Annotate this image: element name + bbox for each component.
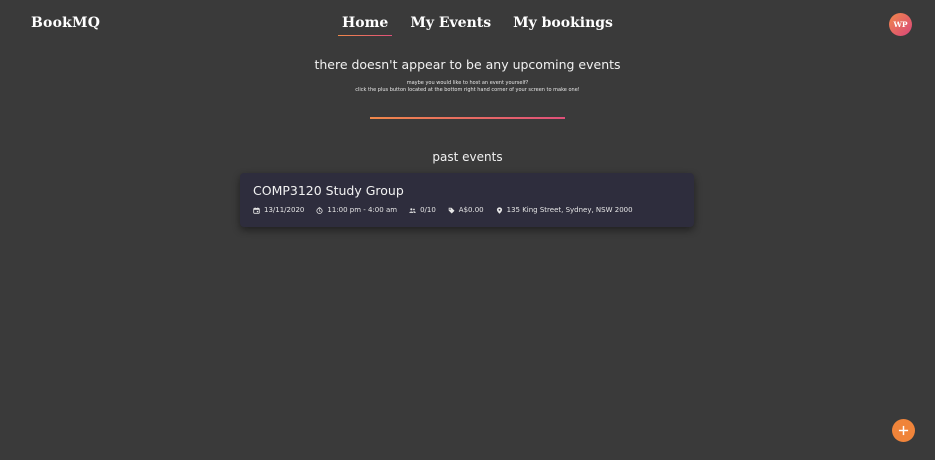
main-nav: Home My Events My bookings xyxy=(0,15,935,36)
section-divider xyxy=(370,117,565,119)
past-events-heading: past events xyxy=(432,150,503,164)
event-attendees: 0/10 xyxy=(409,206,436,214)
nav-my-bookings[interactable]: My bookings xyxy=(513,15,613,36)
event-time: 11:00 pm - 4:00 am xyxy=(316,206,397,214)
empty-upcoming-hint-2: click the plus button located at the bot… xyxy=(355,87,580,93)
event-price: A$0.00 xyxy=(448,206,484,214)
event-card[interactable]: COMP3120 Study Group 13/11/2020 11:00 pm… xyxy=(240,173,694,227)
empty-upcoming-title: there doesn't appear to be any upcoming … xyxy=(314,57,621,72)
calendar-icon xyxy=(253,206,260,214)
plus-icon xyxy=(898,425,909,436)
tag-icon xyxy=(448,207,455,214)
event-location: 135 King Street, Sydney, NSW 2000 xyxy=(496,206,633,214)
user-avatar[interactable]: WP xyxy=(889,13,912,36)
nav-home[interactable]: Home xyxy=(338,15,393,36)
people-icon xyxy=(409,207,416,213)
add-event-button[interactable] xyxy=(892,419,915,442)
nav-my-events[interactable]: My Events xyxy=(410,15,491,36)
event-date: 13/11/2020 xyxy=(253,206,304,214)
event-meta: 13/11/2020 11:00 pm - 4:00 am 0/10 A$0.0… xyxy=(253,206,645,214)
clock-icon xyxy=(316,206,323,214)
empty-upcoming-hint-1: maybe you would like to host an event yo… xyxy=(406,80,529,86)
location-pin-icon xyxy=(496,206,502,214)
event-title: COMP3120 Study Group xyxy=(253,183,404,198)
